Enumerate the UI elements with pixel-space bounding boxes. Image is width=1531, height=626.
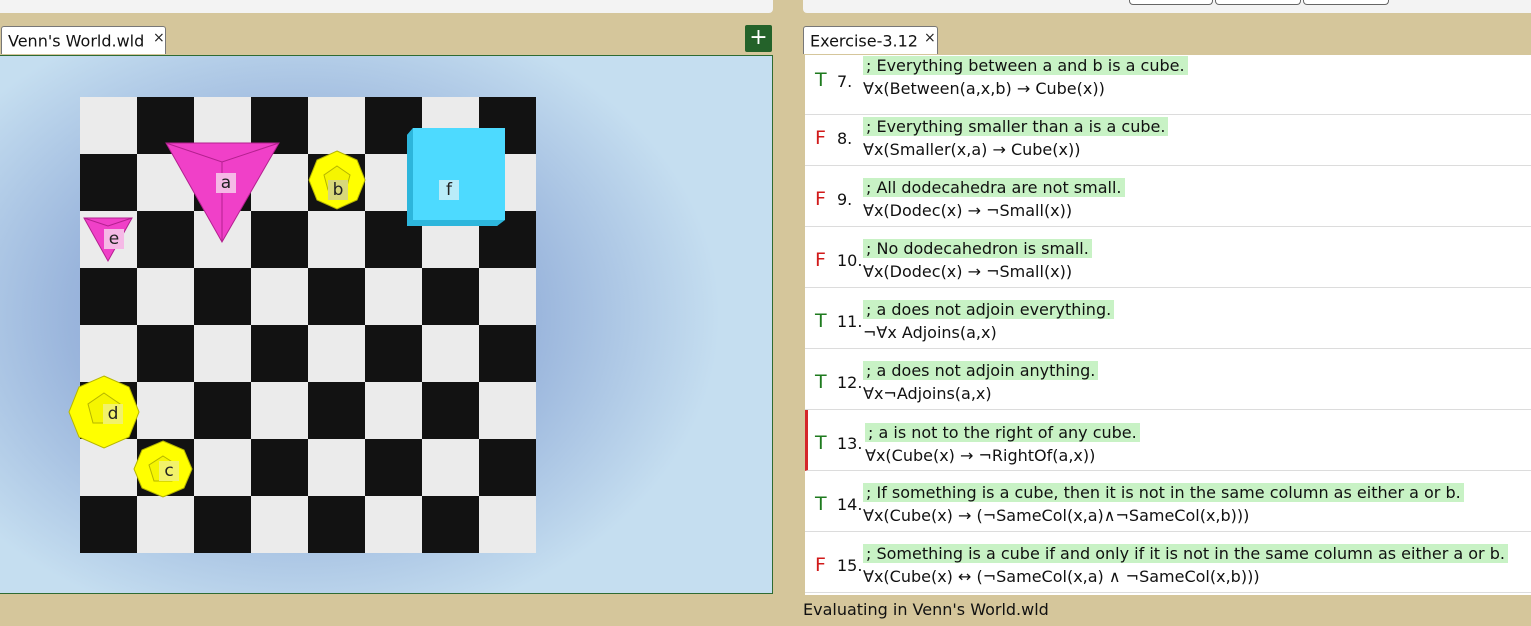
- world-toolbar: [0, 0, 773, 13]
- sentence-list[interactable]: T 7. ; Everything between a and b is a c…: [805, 55, 1531, 595]
- sentence-formula[interactable]: ∀x(Smaller(x,a) → Cube(x)): [863, 140, 1080, 160]
- piece-label-c: c: [159, 461, 179, 481]
- sentence-comment: ; If something is a cube, then it is not…: [863, 483, 1464, 502]
- piece-label-b: b: [328, 180, 348, 200]
- sentence-comment: ; No dodecahedron is small.: [863, 239, 1092, 258]
- sentence-comment: ; a does not adjoin anything.: [863, 361, 1099, 380]
- tab-world-label: Venn's World.wld: [8, 31, 145, 51]
- piece-label-d: d: [103, 404, 123, 424]
- sentence-row[interactable]: T 14. ; If something is a cube, then it …: [805, 471, 1531, 532]
- sentence-toolbar: [803, 0, 1531, 13]
- truth-value: T: [815, 310, 827, 332]
- truth-value: F: [815, 554, 826, 576]
- sentence-comment: ; Everything smaller than a is a cube.: [863, 117, 1169, 136]
- sentence-number: 10.: [837, 251, 863, 270]
- truth-value: F: [815, 188, 826, 210]
- tab-sentences[interactable]: Exercise-3.12 ×: [803, 26, 938, 54]
- sentence-row-selected[interactable]: T 13. ; a is not to the right of any cub…: [805, 410, 1531, 471]
- sentence-row[interactable]: T 12. ; a does not adjoin anything. ∀x¬A…: [805, 349, 1531, 410]
- truth-value: T: [815, 371, 827, 393]
- truth-value: T: [815, 493, 827, 515]
- truth-value: F: [815, 249, 826, 271]
- add-tab-button[interactable]: +: [745, 25, 772, 52]
- sentence-number: 9.: [837, 190, 853, 209]
- sentence-number: 13.: [837, 434, 863, 453]
- toolbar-button[interactable]: [1215, 0, 1301, 5]
- sentence-number: 14.: [837, 495, 863, 514]
- sentence-number: 15.: [837, 556, 863, 575]
- status-text: Evaluating in Venn's World.wld: [803, 600, 1049, 619]
- world-view[interactable]: a b c d e f: [0, 55, 773, 594]
- sentence-comment: ; Everything between a and b is a cube.: [863, 56, 1188, 75]
- tab-world[interactable]: Venn's World.wld ×: [1, 26, 166, 54]
- sentence-formula[interactable]: ∀x(Cube(x) ↔ (¬SameCol(x,a) ∧ ¬SameCol(x…: [863, 567, 1260, 587]
- toolbar-button[interactable]: [1129, 0, 1213, 5]
- sentence-formula[interactable]: ∀x(Cube(x) → ¬RightOf(a,x)): [865, 446, 1095, 466]
- truth-value: T: [815, 69, 827, 91]
- toolbar-button[interactable]: [1303, 0, 1389, 5]
- sentence-comment: ; Something is a cube if and only if it …: [863, 544, 1508, 563]
- sentence-comment: ; a does not adjoin everything.: [863, 300, 1115, 319]
- truth-value: F: [815, 127, 826, 149]
- sentence-number: 7.: [837, 72, 853, 91]
- piece-label-f: f: [439, 180, 459, 200]
- sentence-row[interactable]: F 9. ; All dodecahedra are not small. ∀x…: [805, 166, 1531, 227]
- close-tab-icon[interactable]: ×: [924, 24, 936, 52]
- sentence-row[interactable]: F 10. ; No dodecahedron is small. ∀x(Dod…: [805, 227, 1531, 288]
- tab-sentences-label: Exercise-3.12: [810, 31, 918, 51]
- sentence-comment: ; All dodecahedra are not small.: [863, 178, 1125, 197]
- sentence-formula[interactable]: ¬∀x Adjoins(a,x): [863, 323, 997, 343]
- sentence-comment: ; a is not to the right of any cube.: [865, 423, 1140, 442]
- piece-f-cube[interactable]: [407, 128, 505, 226]
- sentence-formula[interactable]: ∀x¬Adjoins(a,x): [863, 384, 992, 404]
- sentence-formula[interactable]: ∀x(Dodec(x) → ¬Small(x)): [863, 262, 1072, 282]
- close-tab-icon[interactable]: ×: [153, 24, 165, 52]
- truth-value: T: [815, 432, 827, 454]
- pieces-layer: [68, 128, 505, 498]
- sentence-number: 11.: [837, 312, 863, 331]
- sentence-number: 8.: [837, 129, 853, 148]
- sentence-row[interactable]: F 15. ; Something is a cube if and only …: [805, 532, 1531, 593]
- sentence-formula[interactable]: ∀x(Dodec(x) → ¬Small(x)): [863, 201, 1072, 221]
- piece-label-a: a: [216, 173, 236, 193]
- sentence-row[interactable]: F 8. ; Everything smaller than a is a cu…: [805, 105, 1531, 166]
- sentence-number: 12.: [837, 373, 863, 392]
- sentence-formula[interactable]: ∀x(Between(a,x,b) → Cube(x)): [863, 79, 1105, 99]
- sentence-row[interactable]: T 11. ; a does not adjoin everything. ¬∀…: [805, 288, 1531, 349]
- sentence-formula[interactable]: ∀x(Cube(x) → (¬SameCol(x,a)∧¬SameCol(x,b…: [863, 506, 1249, 526]
- piece-label-e: e: [104, 229, 124, 249]
